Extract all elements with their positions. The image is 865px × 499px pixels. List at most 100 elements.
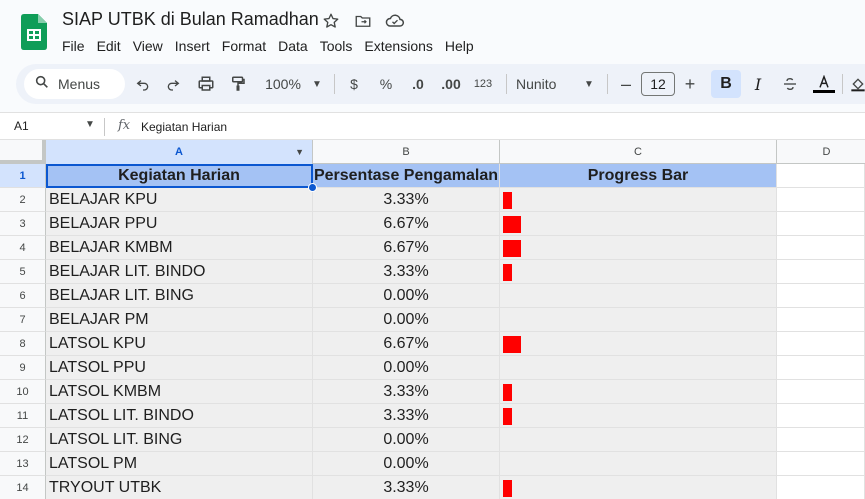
activity-cell[interactable]: TRYOUT UTBK	[46, 476, 313, 499]
zoom-chevron-down-icon[interactable]: ▼	[310, 72, 324, 96]
empty-cell[interactable]	[777, 428, 865, 452]
percentage-cell[interactable]: 3.33%	[313, 476, 500, 499]
paint-format-icon[interactable]	[226, 72, 250, 96]
empty-cell[interactable]	[777, 476, 865, 499]
menu-format[interactable]: Format	[216, 37, 272, 55]
menu-help[interactable]: Help	[439, 37, 480, 55]
activity-cell[interactable]: LATSOL PM	[46, 452, 313, 476]
progress-cell[interactable]	[500, 428, 777, 452]
row-header[interactable]: 9	[0, 356, 46, 380]
activity-cell[interactable]: LATSOL PPU	[46, 356, 313, 380]
percentage-cell[interactable]: 3.33%	[313, 188, 500, 212]
percentage-cell[interactable]: 0.00%	[313, 284, 500, 308]
progress-cell[interactable]	[500, 260, 777, 284]
undo-icon[interactable]	[132, 72, 154, 96]
text-color-icon[interactable]	[812, 72, 836, 96]
percentage-cell[interactable]: 0.00%	[313, 308, 500, 332]
percentage-cell[interactable]: 0.00%	[313, 428, 500, 452]
percentage-cell[interactable]: 3.33%	[313, 404, 500, 428]
activity-cell[interactable]: BELAJAR LIT. BING	[46, 284, 313, 308]
row-header[interactable]: 6	[0, 284, 46, 308]
menu-insert[interactable]: Insert	[169, 37, 216, 55]
progress-cell[interactable]	[500, 188, 777, 212]
currency-format-button[interactable]: $	[344, 72, 364, 96]
activity-cell[interactable]: LATSOL KPU	[46, 332, 313, 356]
percentage-cell[interactable]: 6.67%	[313, 332, 500, 356]
percentage-cell[interactable]: 6.67%	[313, 212, 500, 236]
row-header[interactable]: 12	[0, 428, 46, 452]
percentage-cell[interactable]: 3.33%	[313, 380, 500, 404]
progress-cell[interactable]	[500, 404, 777, 428]
row-header[interactable]: 2	[0, 188, 46, 212]
zoom-select[interactable]: 100%	[260, 72, 306, 96]
more-formats-button[interactable]: 123	[470, 72, 496, 96]
menu-edit[interactable]: Edit	[91, 37, 127, 55]
font-chevron-down-icon[interactable]: ▼	[582, 72, 596, 96]
progress-cell[interactable]	[500, 236, 777, 260]
row-header[interactable]: 4	[0, 236, 46, 260]
column-menu-chevron-down-icon[interactable]: ▼	[295, 140, 304, 164]
percentage-cell[interactable]: 0.00%	[313, 356, 500, 380]
column-header-a[interactable]: A ▼	[46, 140, 313, 164]
empty-cell[interactable]	[777, 332, 865, 356]
activity-cell[interactable]: BELAJAR LIT. BINDO	[46, 260, 313, 284]
decrease-decimal-button[interactable]: .0	[406, 72, 430, 96]
activity-cell[interactable]: LATSOL LIT. BING	[46, 428, 313, 452]
header-cell-activity[interactable]: Kegiatan Harian	[46, 164, 313, 188]
activity-cell[interactable]: LATSOL KMBM	[46, 380, 313, 404]
menu-extensions[interactable]: Extensions	[358, 37, 438, 55]
activity-cell[interactable]: BELAJAR PPU	[46, 212, 313, 236]
fill-color-icon[interactable]	[850, 72, 865, 96]
empty-cell[interactable]	[777, 164, 865, 188]
menu-file[interactable]: File	[62, 37, 91, 55]
progress-cell[interactable]	[500, 452, 777, 476]
percentage-cell[interactable]: 0.00%	[313, 452, 500, 476]
font-family-select[interactable]: Nunito	[516, 72, 566, 96]
percent-format-button[interactable]: %	[376, 72, 396, 96]
empty-cell[interactable]	[777, 284, 865, 308]
column-header-d[interactable]: D	[777, 140, 865, 164]
row-header[interactable]: 10	[0, 380, 46, 404]
select-all-corner[interactable]	[0, 140, 46, 164]
empty-cell[interactable]	[777, 356, 865, 380]
percentage-cell[interactable]: 3.33%	[313, 260, 500, 284]
progress-cell[interactable]	[500, 308, 777, 332]
percentage-cell[interactable]: 6.67%	[313, 236, 500, 260]
empty-cell[interactable]	[777, 236, 865, 260]
sheets-logo-icon[interactable]	[21, 14, 47, 50]
menu-data[interactable]: Data	[272, 37, 314, 55]
increase-decimal-button[interactable]: .00	[438, 72, 464, 96]
redo-icon[interactable]	[162, 72, 184, 96]
progress-cell[interactable]	[500, 212, 777, 236]
header-cell-progress[interactable]: Progress Bar	[500, 164, 777, 188]
activity-cell[interactable]: BELAJAR PM	[46, 308, 313, 332]
strikethrough-icon[interactable]	[778, 72, 802, 96]
document-title[interactable]: SIAP UTBK di Bulan Ramadhan	[62, 9, 319, 30]
increase-font-size-icon[interactable]: +	[680, 72, 700, 96]
empty-cell[interactable]	[777, 212, 865, 236]
column-header-b[interactable]: B	[313, 140, 500, 164]
row-header[interactable]: 1	[0, 164, 46, 188]
empty-cell[interactable]	[777, 308, 865, 332]
header-cell-percentage[interactable]: Persentase Pengamalan	[313, 164, 500, 188]
row-header[interactable]: 3	[0, 212, 46, 236]
row-header[interactable]: 8	[0, 332, 46, 356]
empty-cell[interactable]	[777, 188, 865, 212]
star-icon[interactable]	[320, 10, 342, 32]
menu-view[interactable]: View	[127, 37, 169, 55]
fill-handle[interactable]	[308, 183, 317, 192]
font-size-input[interactable]: 12	[641, 72, 675, 96]
menu-search[interactable]: Menus	[24, 69, 125, 99]
empty-cell[interactable]	[777, 404, 865, 428]
row-header[interactable]: 11	[0, 404, 46, 428]
cloud-status-icon[interactable]	[384, 10, 406, 32]
row-header[interactable]: 13	[0, 452, 46, 476]
progress-cell[interactable]	[500, 380, 777, 404]
progress-cell[interactable]	[500, 332, 777, 356]
progress-cell[interactable]	[500, 476, 777, 499]
activity-cell[interactable]: BELAJAR KPU	[46, 188, 313, 212]
empty-cell[interactable]	[777, 380, 865, 404]
bold-button[interactable]: B	[711, 70, 741, 98]
progress-cell[interactable]	[500, 356, 777, 380]
column-header-c[interactable]: C	[500, 140, 777, 164]
